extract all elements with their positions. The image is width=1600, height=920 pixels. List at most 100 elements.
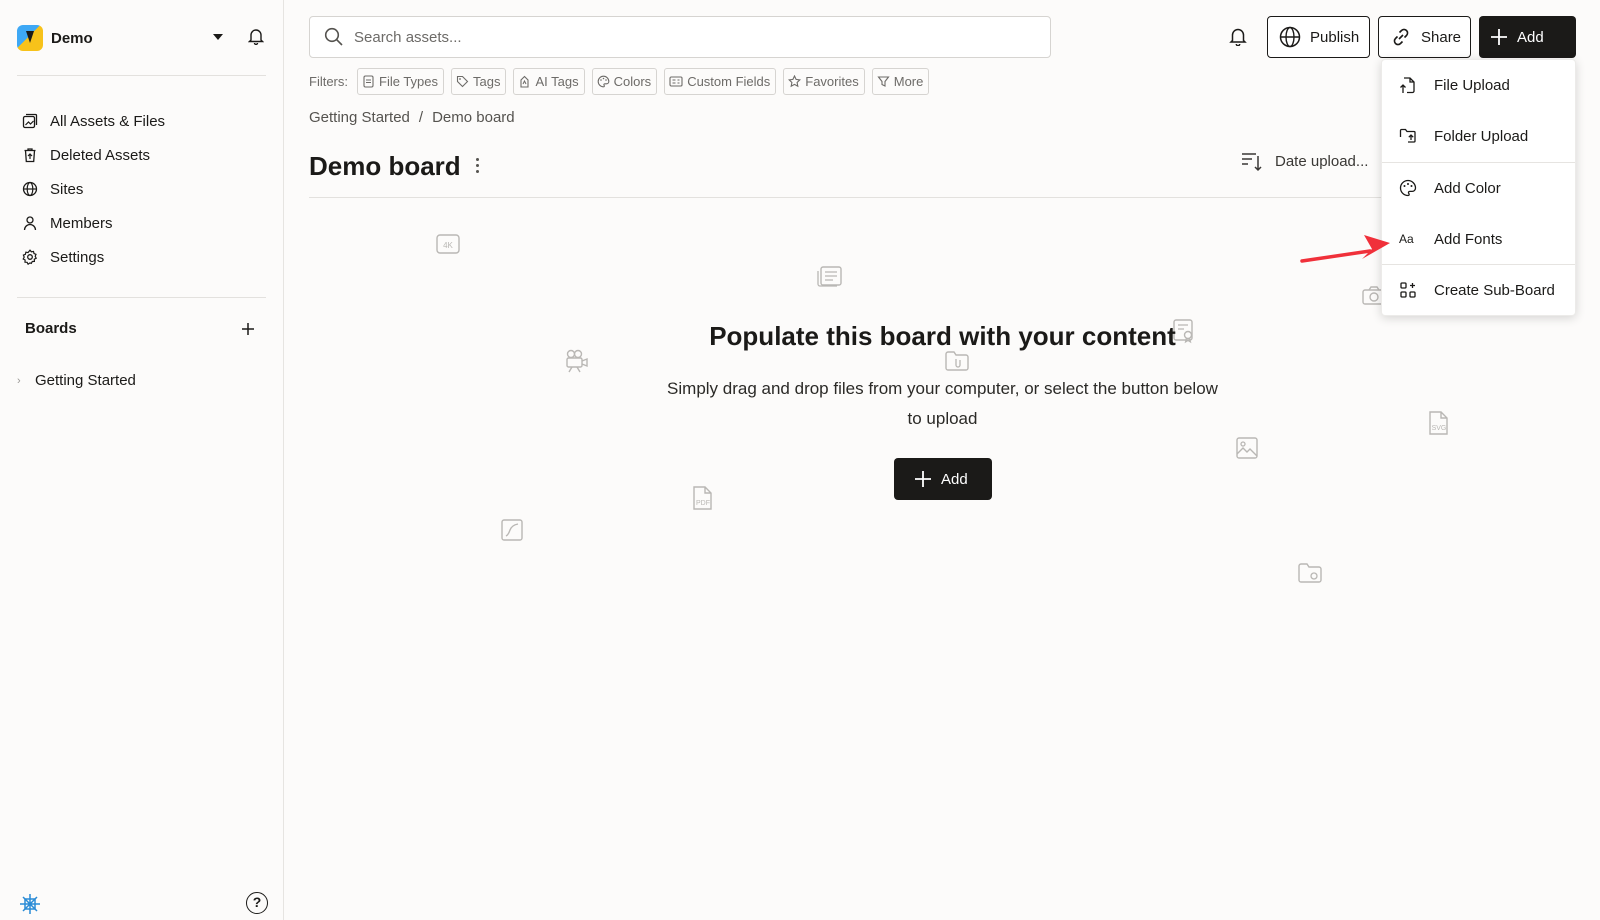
sidebar-item-deleted-assets[interactable]: Deleted Assets (17, 138, 267, 172)
search-icon (324, 27, 343, 46)
gear-icon (22, 249, 38, 265)
menu-item-folder-upload[interactable]: Folder Upload (1382, 111, 1575, 161)
notification-bell-icon[interactable] (1229, 26, 1247, 46)
breadcrumb: Getting Started / Demo board (309, 109, 515, 126)
breadcrumb-separator: / (418, 109, 424, 126)
caret-down-icon[interactable] (213, 34, 223, 40)
sidebar-item-settings[interactable]: Settings (17, 240, 267, 274)
filter-chip-label: Tags (473, 73, 501, 89)
curve-tool-icon (501, 519, 523, 541)
sidebar-item-label: Sites (50, 180, 84, 198)
divider (17, 297, 266, 298)
globe-icon (1279, 26, 1301, 48)
sort-label: Date upload... (1275, 152, 1369, 170)
chevron-right-icon[interactable]: › (17, 375, 35, 387)
filter-file-types[interactable]: File Types (357, 67, 445, 95)
plus-icon[interactable] (241, 322, 255, 336)
title-divider (309, 197, 1399, 198)
menu-item-label: Add Fonts (1434, 230, 1503, 248)
sidebar-item-label: Deleted Assets (50, 146, 151, 164)
custom-fields-icon (669, 75, 683, 87)
board-tree-item[interactable]: › Getting Started (17, 372, 136, 389)
folder-search-icon (1298, 563, 1322, 583)
publish-button[interactable]: Publish (1267, 16, 1370, 58)
sub-board-icon (1400, 282, 1416, 298)
menu-item-label: Folder Upload (1434, 127, 1529, 145)
filters-label: Filters: (309, 73, 348, 89)
search-input[interactable] (354, 28, 994, 46)
assets-icon (22, 113, 38, 129)
image-icon (1236, 437, 1258, 459)
sidebar-nav: All Assets & Files Deleted Assets Sites … (17, 104, 267, 274)
menu-item-file-upload[interactable]: File Upload (1382, 60, 1575, 110)
plus-icon (915, 471, 931, 487)
sidebar-item-label: All Assets & Files (50, 112, 166, 130)
search-bar[interactable] (309, 16, 1051, 58)
sidebar-item-all-assets[interactable]: All Assets & Files (17, 104, 267, 138)
file-upload-icon (1400, 77, 1415, 94)
menu-item-add-fonts[interactable]: Aa Add Fonts (1382, 214, 1575, 264)
filter-tags[interactable]: Tags (451, 67, 507, 95)
add-button[interactable]: Add (1479, 16, 1576, 58)
ai-tag-icon (520, 75, 530, 88)
share-label: Share (1421, 28, 1462, 46)
boards-header: Boards (25, 320, 255, 337)
svg-file-icon: SVG (1429, 411, 1448, 435)
filter-chip-label: AI Tags (535, 73, 579, 89)
menu-item-add-color[interactable]: Add Color (1382, 163, 1575, 213)
folder-clip-icon (945, 351, 969, 371)
sidebar-item-label: Members (50, 214, 113, 232)
filter-favorites[interactable]: Favorites (783, 67, 865, 95)
palette-icon (1399, 179, 1417, 197)
sort-dropdown[interactable]: Date upload... (1241, 150, 1368, 172)
add-dropdown-menu: File Upload Folder Upload Add Color Aa A… (1381, 59, 1576, 316)
empty-state-add-button[interactable]: Add (894, 458, 992, 500)
more-options-icon[interactable] (476, 158, 480, 176)
filter-more[interactable]: More (871, 67, 930, 95)
breadcrumb-current: Demo board (432, 109, 515, 126)
font-icon: Aa (1399, 232, 1414, 246)
folder-upload-icon (1399, 128, 1416, 143)
filter-ai-tags[interactable]: AI Tags (513, 67, 585, 95)
trash-icon (24, 148, 36, 163)
svg-text:SVG: SVG (1432, 425, 1447, 432)
document-icon (817, 266, 842, 287)
menu-item-label: Add Color (1434, 179, 1501, 197)
empty-state-add-label: Add (941, 470, 968, 488)
filter-chip-label: Favorites (805, 73, 859, 89)
workspace-switcher[interactable]: Demo (17, 24, 267, 52)
svg-text:Aa: Aa (1399, 232, 1414, 246)
share-button[interactable]: Share (1378, 16, 1471, 58)
divider (17, 75, 266, 76)
tag-icon (456, 75, 469, 87)
bell-icon[interactable] (248, 27, 264, 45)
menu-item-label: Create Sub-Board (1434, 281, 1555, 299)
pdf-file-icon: PDF (693, 486, 712, 510)
plus-icon (1491, 29, 1507, 45)
filter-icon (877, 75, 890, 87)
boards-title: Boards (25, 320, 77, 337)
palette-icon (597, 75, 609, 87)
filter-colors[interactable]: Colors (591, 67, 658, 95)
filter-custom-fields[interactable]: Custom Fields (664, 67, 777, 95)
svg-text:4K: 4K (443, 241, 453, 250)
svg-text:PDF: PDF (696, 500, 710, 507)
menu-item-create-sub-board[interactable]: Create Sub-Board (1382, 265, 1575, 315)
filters-bar: Filters: File Types Tags AI Tags Colors … (309, 67, 936, 95)
app-logo-icon (20, 894, 40, 914)
sidebar-item-sites[interactable]: Sites (17, 172, 267, 206)
help-icon[interactable]: ? (246, 892, 268, 914)
workspace-name: Demo (51, 29, 93, 47)
filter-chip-label: More (893, 73, 924, 89)
board-tree-label: Getting Started (35, 372, 136, 389)
sidebar-item-members[interactable]: Members (17, 206, 267, 240)
annotation-arrow-icon (1300, 235, 1390, 263)
breadcrumb-parent[interactable]: Getting Started (309, 109, 410, 126)
workspace-logo (17, 25, 43, 51)
menu-item-label: File Upload (1434, 76, 1510, 94)
add-label: Add (1517, 28, 1544, 46)
empty-state-description: Simply drag and drop files from your com… (667, 379, 1218, 428)
4k-icon: 4K (436, 234, 460, 254)
publish-label: Publish (1310, 28, 1360, 46)
page-title: Demo board (309, 151, 461, 181)
